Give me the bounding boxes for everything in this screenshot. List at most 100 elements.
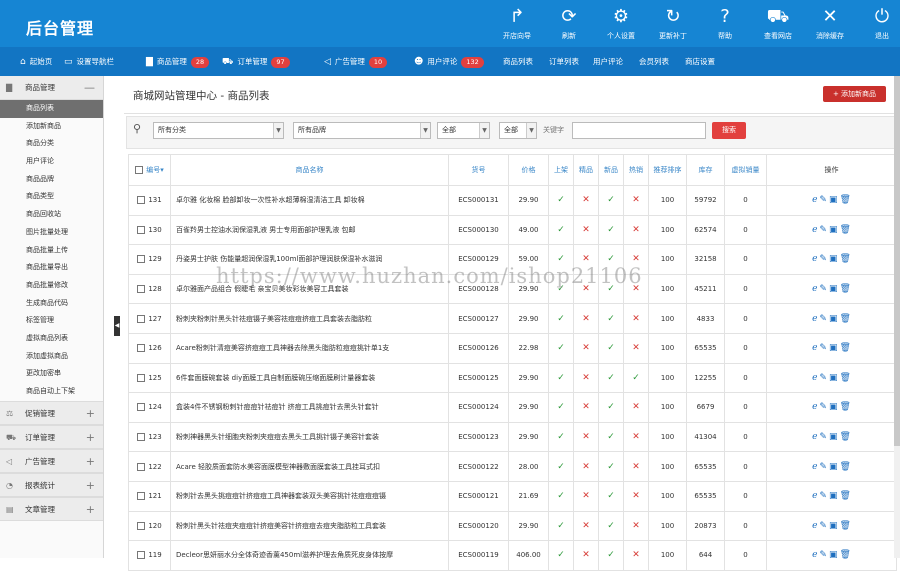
product-name[interactable]: 卓尔雅 化妆棉 脸部卸妆一次性补水超薄棉湿清洁工具 卸妆棉 — [170, 185, 449, 216]
row-checkbox[interactable] — [137, 225, 146, 234]
hot-toggle[interactable]: ✕ — [623, 480, 649, 512]
nav-item-7[interactable]: 订单列表 — [549, 47, 579, 76]
product-price[interactable]: 21.69 — [508, 480, 549, 512]
best-toggle[interactable]: ✕ — [573, 540, 599, 571]
stock[interactable]: 65535 — [686, 332, 725, 364]
sidebar-item-6[interactable]: 商品回收站 — [0, 206, 103, 224]
new-toggle[interactable]: ✓ — [598, 332, 624, 364]
product-price[interactable]: 406.00 — [508, 540, 549, 571]
sort-order[interactable]: 100 — [648, 185, 687, 216]
virtual-sales[interactable]: 0 — [724, 303, 767, 334]
column-header-10[interactable]: 虚拟销量 — [724, 154, 767, 186]
product-price[interactable]: 29.90 — [508, 510, 549, 542]
copy-icon[interactable]: ▣ — [829, 254, 838, 264]
stock[interactable]: 59792 — [686, 185, 725, 216]
sidebar-item-2[interactable]: 商品分类 — [0, 135, 103, 153]
best-toggle[interactable]: ✕ — [573, 185, 599, 216]
browser-icon[interactable]: ℯ — [812, 550, 817, 560]
on-sale-toggle[interactable]: ✓ — [548, 303, 574, 334]
best-toggle[interactable]: ✕ — [573, 392, 599, 423]
new-toggle[interactable]: ✓ — [598, 451, 624, 482]
edit-icon[interactable]: ✎ — [819, 550, 827, 560]
product-price[interactable]: 28.00 — [508, 451, 549, 482]
product-price[interactable]: 29.90 — [508, 185, 549, 216]
stock[interactable]: 12255 — [686, 362, 725, 394]
on-sale-toggle[interactable]: ✓ — [548, 451, 574, 482]
best-toggle[interactable]: ✕ — [573, 451, 599, 482]
sidebar-item-1[interactable]: 添加新商品 — [0, 118, 103, 136]
stock[interactable]: 65535 — [686, 480, 725, 512]
edit-icon[interactable]: ✎ — [819, 195, 827, 205]
copy-icon[interactable]: ▣ — [829, 491, 838, 501]
browser-icon[interactable]: ℯ — [812, 402, 817, 412]
browser-icon[interactable]: ℯ — [812, 521, 817, 531]
sort-order[interactable]: 100 — [648, 214, 687, 246]
sort-order[interactable]: 100 — [648, 480, 687, 512]
stock[interactable]: 32158 — [686, 244, 725, 275]
virtual-sales[interactable]: 0 — [724, 510, 767, 542]
on-sale-toggle[interactable]: ✓ — [548, 480, 574, 512]
sort-order[interactable]: 100 — [648, 392, 687, 423]
copy-icon[interactable]: ▣ — [829, 432, 838, 442]
hot-toggle[interactable]: ✕ — [623, 185, 649, 216]
nav-item-3[interactable]: ⛟ 订单管理 97 — [222, 47, 290, 76]
on-sale-toggle[interactable]: ✓ — [548, 185, 574, 216]
sort-order[interactable]: 100 — [648, 510, 687, 542]
sidebar-item-15[interactable]: 更改加密串 — [0, 365, 103, 383]
stock[interactable]: 62574 — [686, 214, 725, 246]
nav-item-2[interactable]: ▇ 商品管理 28 — [146, 47, 210, 76]
trash-icon[interactable]: 🗑 — [839, 254, 850, 264]
edit-icon[interactable]: ✎ — [819, 402, 827, 412]
nav-item-4[interactable]: ◁ 广告管理 10 — [324, 47, 388, 76]
copy-icon[interactable]: ▣ — [829, 314, 838, 324]
product-name[interactable]: 粉刺神器黑头针细胞夹粉刺夹痘痘去黑头工具挑针镊子美容针套装 — [170, 421, 449, 453]
on-sale-toggle[interactable]: ✓ — [548, 421, 574, 453]
copy-icon[interactable]: ▣ — [829, 343, 838, 353]
toolbar-button-6[interactable]: ✕ 消除缓存 — [809, 6, 851, 41]
sidebar-item-8[interactable]: 商品批量上传 — [0, 242, 103, 260]
product-price[interactable]: 29.90 — [508, 362, 549, 394]
hot-toggle[interactable]: ✕ — [623, 214, 649, 246]
column-header-5[interactable]: 精品 — [573, 154, 599, 186]
product-name[interactable]: 粉刺针黑头针祛痘夹痘痘针挤痘美容针挤痘痘去痘夹脂肪粒工具套装 — [170, 510, 449, 542]
hot-toggle[interactable]: ✕ — [623, 332, 649, 364]
sort-order[interactable]: 100 — [648, 244, 687, 275]
page-scrollbar-thumb[interactable] — [894, 76, 900, 446]
sidebar-item-14[interactable]: 添加虚拟商品 — [0, 348, 103, 366]
on-sale-toggle[interactable]: ✓ — [548, 362, 574, 394]
product-sn[interactable]: ECS000131 — [448, 185, 509, 216]
product-sn[interactable]: ECS000125 — [448, 362, 509, 394]
sidebar-section-4[interactable]: ▤ 文章管理 + — [0, 496, 103, 521]
product-sn[interactable]: ECS000127 — [448, 303, 509, 334]
edit-icon[interactable]: ✎ — [819, 343, 827, 353]
stock[interactable]: 20873 — [686, 510, 725, 542]
virtual-sales[interactable]: 0 — [724, 421, 767, 453]
search-button[interactable]: 搜索 — [712, 122, 746, 139]
best-toggle[interactable]: ✕ — [573, 510, 599, 542]
trash-icon[interactable]: 🗑 — [839, 491, 850, 501]
nav-item-1[interactable]: ▭ 设置导航栏 — [64, 47, 114, 76]
browser-icon[interactable]: ℯ — [812, 314, 817, 324]
toolbar-button-5[interactable]: ⛟ 查看网店 — [757, 6, 799, 41]
stock[interactable]: 644 — [686, 540, 725, 571]
copy-icon[interactable]: ▣ — [829, 284, 838, 294]
sort-order[interactable]: 100 — [648, 362, 687, 394]
hot-toggle[interactable]: ✕ — [623, 392, 649, 423]
new-toggle[interactable]: ✓ — [598, 214, 624, 246]
product-name[interactable]: Acare 轻胶质面套防水美容面膜模型神器敷面膜套装工具挂耳式扣 — [170, 451, 449, 482]
virtual-sales[interactable]: 0 — [724, 392, 767, 423]
row-checkbox[interactable] — [137, 492, 146, 501]
new-toggle[interactable]: ✓ — [598, 540, 624, 571]
best-toggle[interactable]: ✕ — [573, 480, 599, 512]
nav-item-8[interactable]: 用户评论 — [593, 47, 623, 76]
add-product-button[interactable]: + 添加新商品 — [823, 86, 886, 102]
edit-icon[interactable]: ✎ — [819, 314, 827, 324]
copy-icon[interactable]: ▣ — [829, 521, 838, 531]
sidebar-section-goods[interactable]: ▇ 商品管理 — — [0, 76, 103, 100]
trash-icon[interactable]: 🗑 — [839, 432, 850, 442]
virtual-sales[interactable]: 0 — [724, 480, 767, 512]
trash-icon[interactable]: 🗑 — [839, 195, 850, 205]
column-header-7[interactable]: 热销 — [623, 154, 649, 186]
stock[interactable]: 6679 — [686, 392, 725, 423]
best-toggle[interactable]: ✕ — [573, 332, 599, 364]
